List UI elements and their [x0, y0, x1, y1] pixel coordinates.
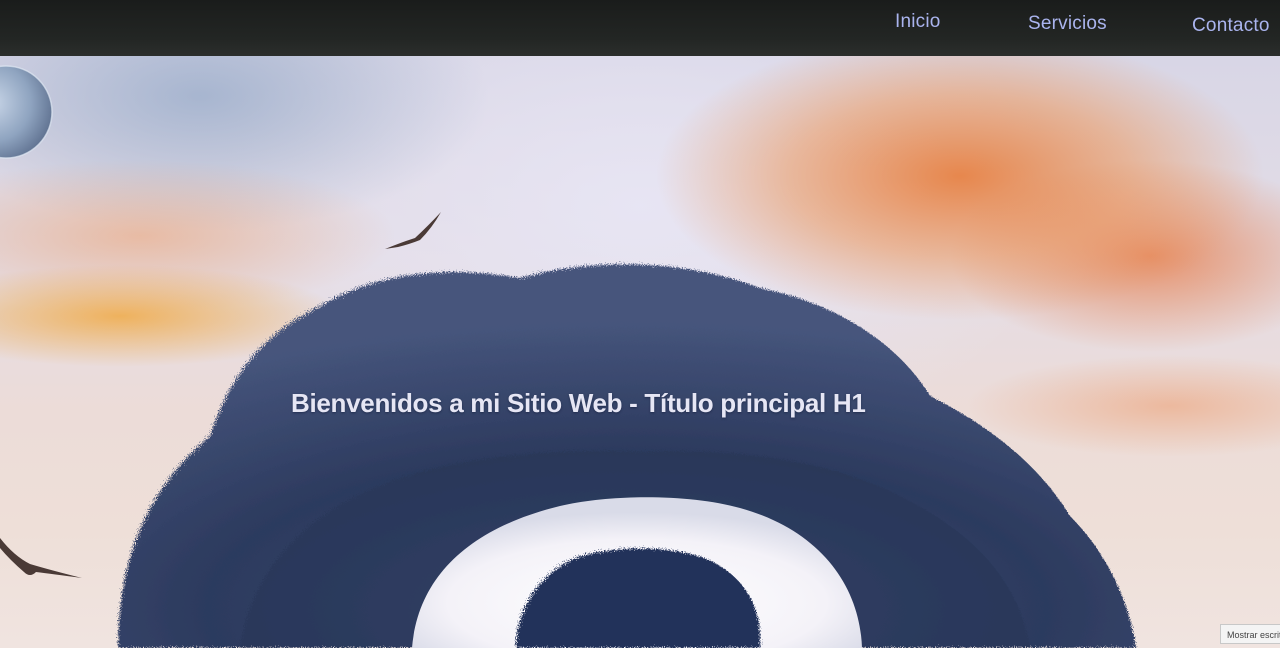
nav-link-contacto[interactable]: Contacto — [1192, 15, 1270, 37]
bird-graphic — [385, 212, 441, 249]
nav-link-inicio[interactable]: Inicio — [895, 11, 941, 33]
page: Inicio Servicios Contacto Bienvenidos a … — [0, 0, 1280, 648]
show-desktop-button[interactable]: Mostrar escritorio — [1220, 624, 1280, 644]
bird-graphic — [0, 538, 82, 578]
hero-title: Bienvenidos a mi Sitio Web - Título prin… — [291, 388, 866, 418]
top-navbar: Inicio Servicios Contacto — [0, 0, 1280, 56]
hero-background-image — [0, 65, 1136, 648]
hero-banner: Bienvenidos a mi Sitio Web - Título prin… — [0, 56, 1280, 648]
planet-graphic — [0, 65, 53, 159]
nav-link-servicios[interactable]: Servicios — [1028, 13, 1107, 35]
